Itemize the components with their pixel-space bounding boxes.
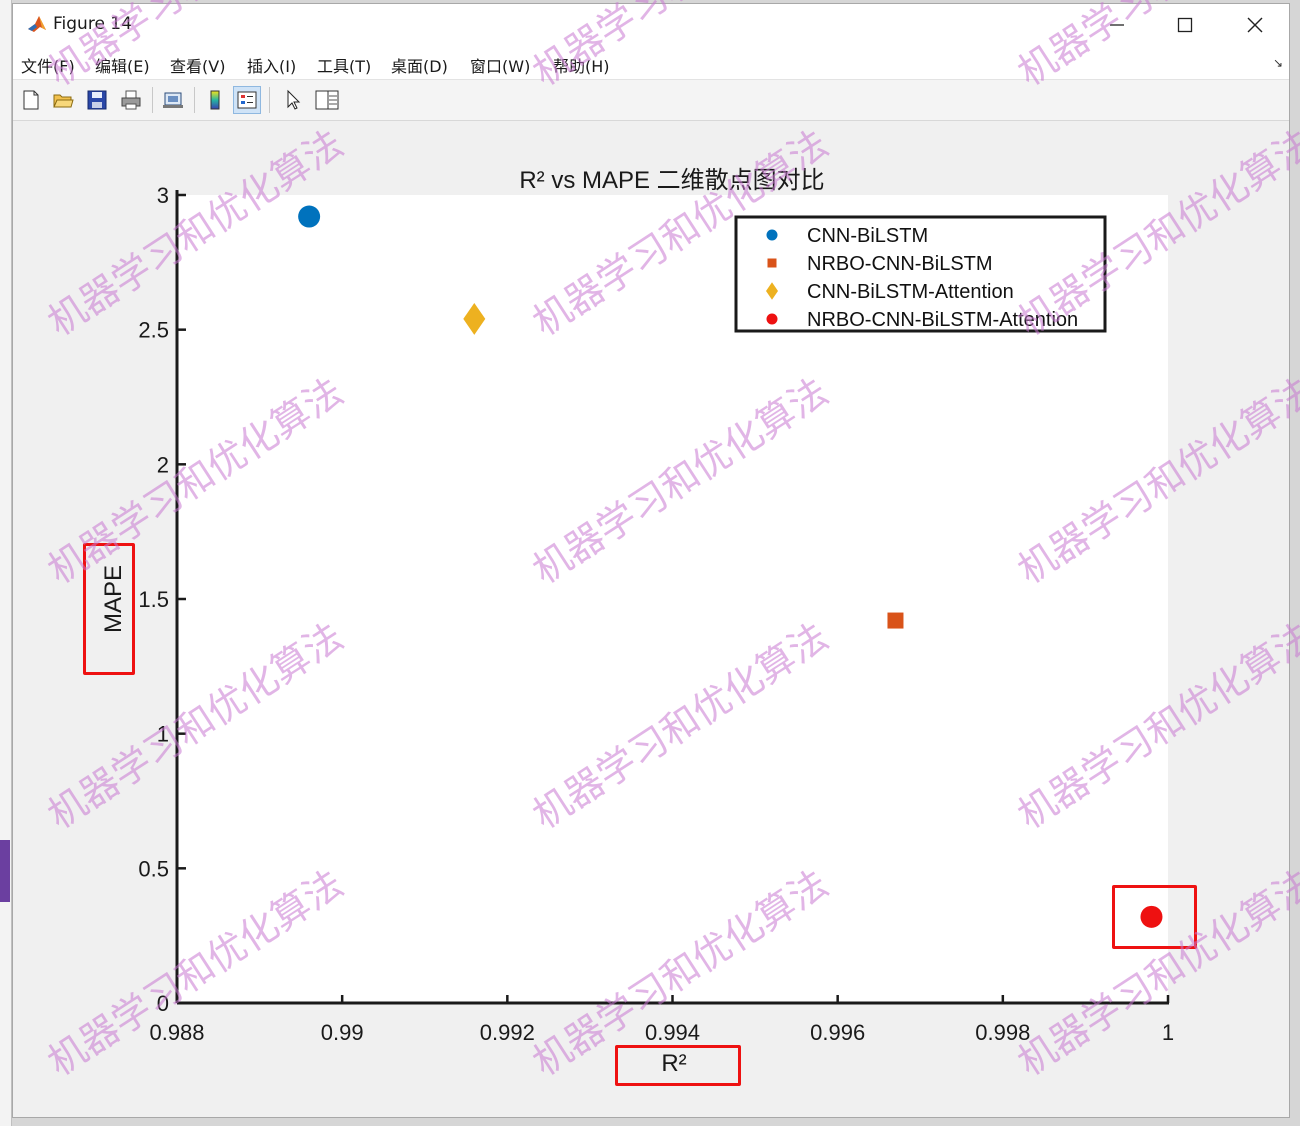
legend-label: CNN-BiLSTM-Attention [807,281,1014,303]
legend-label: NRBO-CNN-BiLSTM-Attention [807,309,1078,331]
x-tick-label: 0.992 [480,1020,535,1045]
highlight-box-ylabel [83,543,135,675]
legend-marker-1 [766,229,778,241]
data-point-1 [298,205,321,228]
y-tick-label: 2.5 [138,318,169,343]
legend-marker-4 [766,313,778,325]
legend-marker-2 [767,258,777,268]
legend-label: CNN-BiLSTM [807,225,928,247]
legend[interactable]: CNN-BiLSTM NRBO-CNN-BiLSTM CNN-BiLSTM-Atte… [734,215,1107,333]
y-tick-label: 1 [157,722,169,747]
legend-label: NRBO-CNN-BiLSTM [807,253,993,275]
x-tick-label: 1 [1162,1020,1174,1045]
x-tick-label: 0.996 [810,1020,865,1045]
x-tick-label: 0.99 [321,1020,364,1045]
highlight-box-xlabel [615,1045,741,1086]
x-tick-label: 0.994 [645,1020,700,1045]
y-tick-label: 2 [157,452,169,477]
data-point-2 [887,612,904,629]
y-tick-label: 0.5 [138,856,169,881]
x-tick-label: 0.988 [149,1020,204,1045]
x-tick-label: 0.998 [975,1020,1030,1045]
chart-title: R² vs MAPE 二维散点图对比 [519,167,825,194]
y-tick-label: 0 [157,991,169,1016]
highlight-box-best-point [1112,885,1197,949]
y-tick-label: 1.5 [138,587,169,612]
y-tick-label: 3 [157,183,169,208]
